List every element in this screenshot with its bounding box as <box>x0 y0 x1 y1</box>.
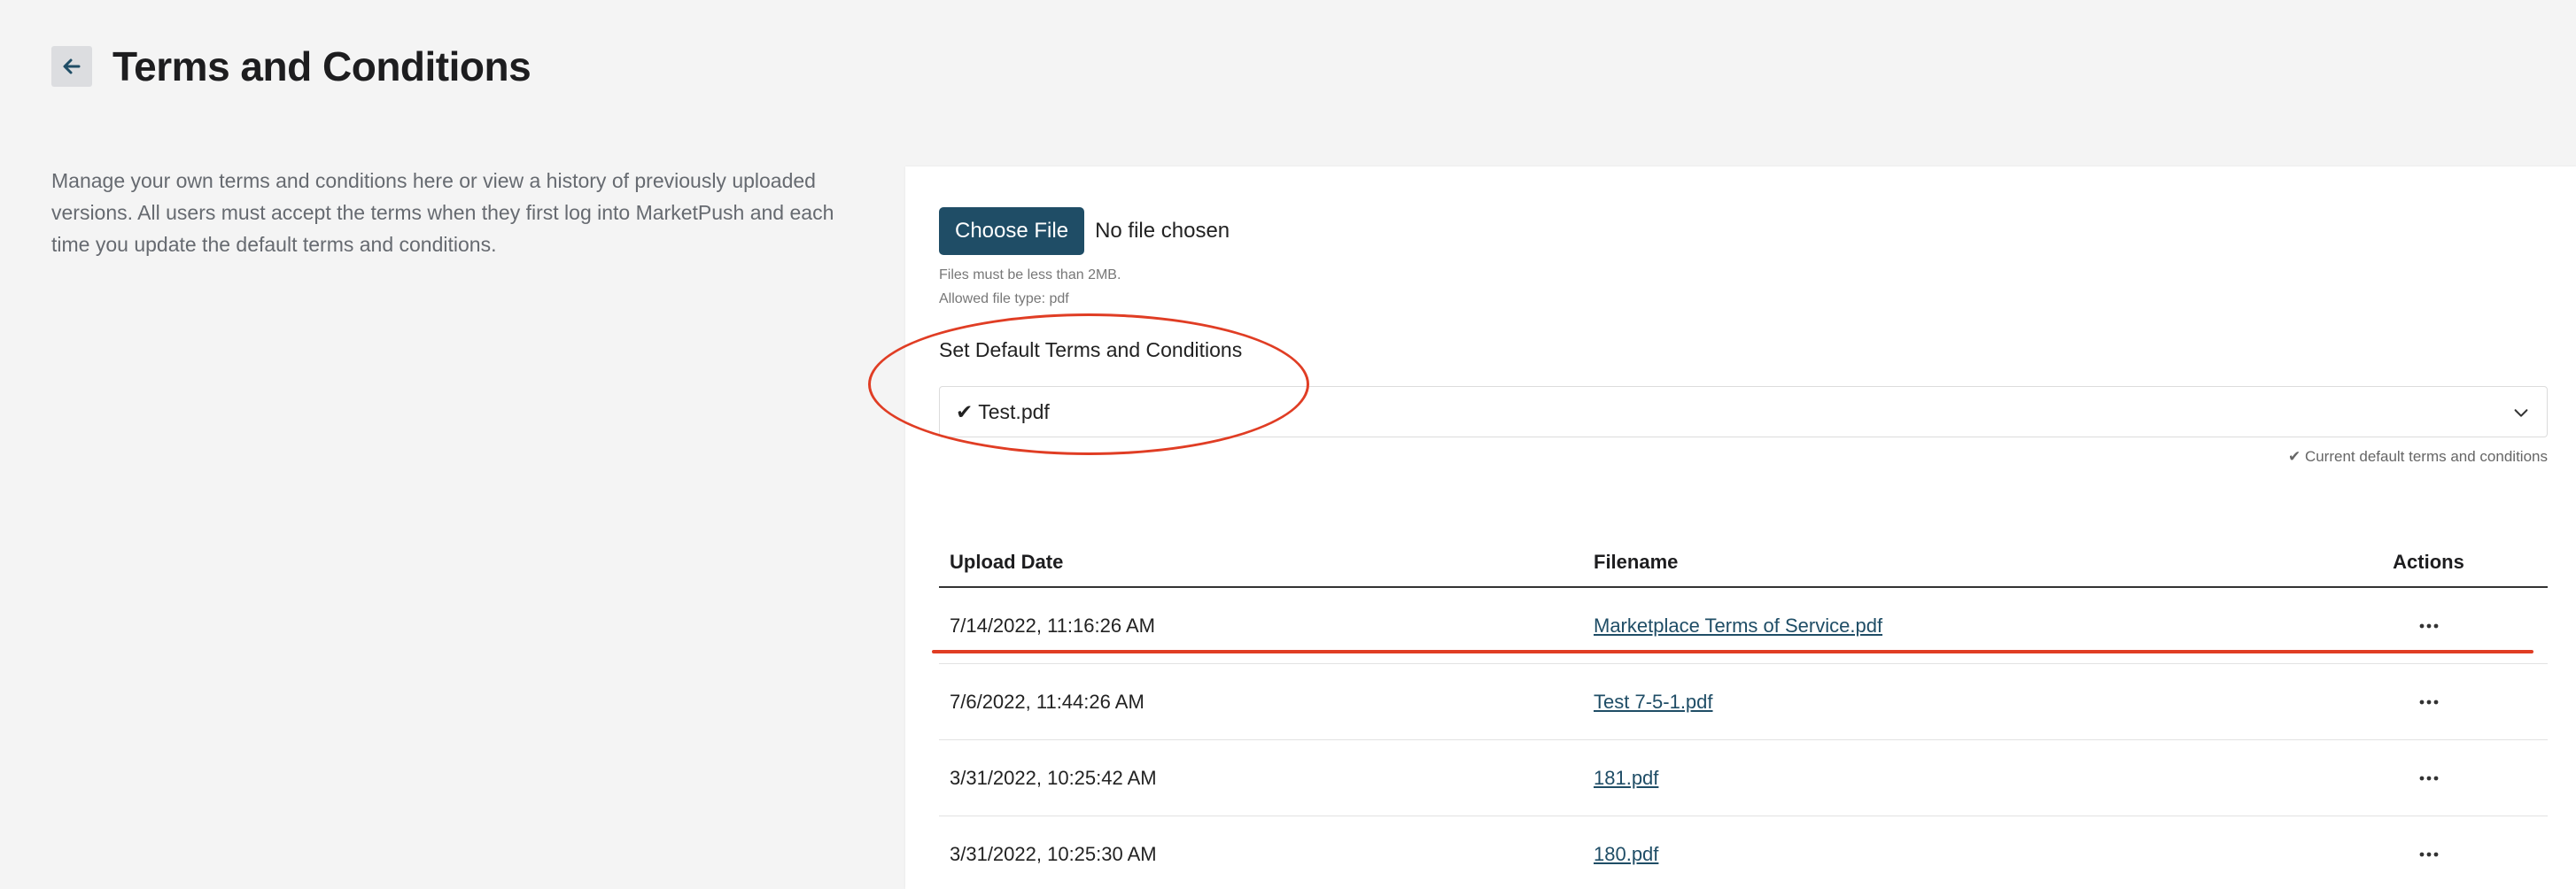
filename-link[interactable]: 181.pdf <box>1594 767 1658 789</box>
column-header-actions: Actions <box>2393 551 2464 573</box>
upload-date-cell: 7/14/2022, 11:16:26 AM <box>950 614 1155 637</box>
table-header: Upload Date Filename Actions <box>939 538 2548 588</box>
terms-card: Choose File No file chosen Files must be… <box>905 166 2576 889</box>
terms-page: Terms and Conditions Manage your own ter… <box>0 0 2576 889</box>
more-horizontal-icon <box>2419 623 2438 629</box>
file-size-hint: Files must be less than 2MB. <box>939 267 1121 282</box>
back-button[interactable] <box>51 46 92 87</box>
row-actions-button[interactable] <box>2411 765 2447 792</box>
row-actions-button[interactable] <box>2411 841 2447 868</box>
page-title: Terms and Conditions <box>113 43 531 89</box>
more-horizontal-icon <box>2419 776 2438 781</box>
filename-link[interactable]: Test 7-5-1.pdf <box>1594 691 1713 713</box>
row-actions-button[interactable] <box>2411 689 2447 715</box>
filename-link[interactable]: 180.pdf <box>1594 843 1658 865</box>
table-row: 7/14/2022, 11:16:26 AM Marketplace Terms… <box>939 588 2548 664</box>
file-upload: Choose File No file chosen <box>939 207 1230 255</box>
file-status: No file chosen <box>1095 219 1230 243</box>
default-terms-value: ✔ Test.pdf <box>956 399 1050 423</box>
terms-history-table: Upload Date Filename Actions 7/14/2022, … <box>939 538 2548 889</box>
default-terms-select[interactable]: ✔ Test.pdf <box>939 386 2548 437</box>
column-header-upload-date: Upload Date <box>950 551 1064 573</box>
more-horizontal-icon <box>2419 700 2438 705</box>
table-row: 7/6/2022, 11:44:26 AM Test 7-5-1.pdf <box>939 664 2548 740</box>
table-row: 3/31/2022, 10:25:30 AM 180.pdf <box>939 816 2548 889</box>
upload-date-cell: 3/31/2022, 10:25:30 AM <box>950 842 1157 865</box>
filename-link[interactable]: Marketplace Terms of Service.pdf <box>1594 615 1882 637</box>
default-terms-footnote: ✔ Current default terms and conditions <box>2287 448 2548 465</box>
page-description: Manage your own terms and conditions her… <box>51 169 834 256</box>
choose-file-button[interactable]: Choose File <box>939 207 1085 255</box>
table-row: 3/31/2022, 10:25:42 AM 181.pdf <box>939 740 2548 816</box>
more-horizontal-icon <box>2419 852 2438 857</box>
row-actions-button[interactable] <box>2411 613 2447 639</box>
upload-date-cell: 7/6/2022, 11:44:26 AM <box>950 690 1144 713</box>
file-type-hint: Allowed file type: pdf <box>939 291 1069 306</box>
default-terms-label: Set Default Terms and Conditions <box>939 338 1243 361</box>
upload-date-cell: 3/31/2022, 10:25:42 AM <box>950 766 1157 789</box>
column-header-filename: Filename <box>1594 551 1679 573</box>
arrow-left-icon <box>63 58 81 74</box>
chevron-down-icon <box>2514 409 2528 417</box>
